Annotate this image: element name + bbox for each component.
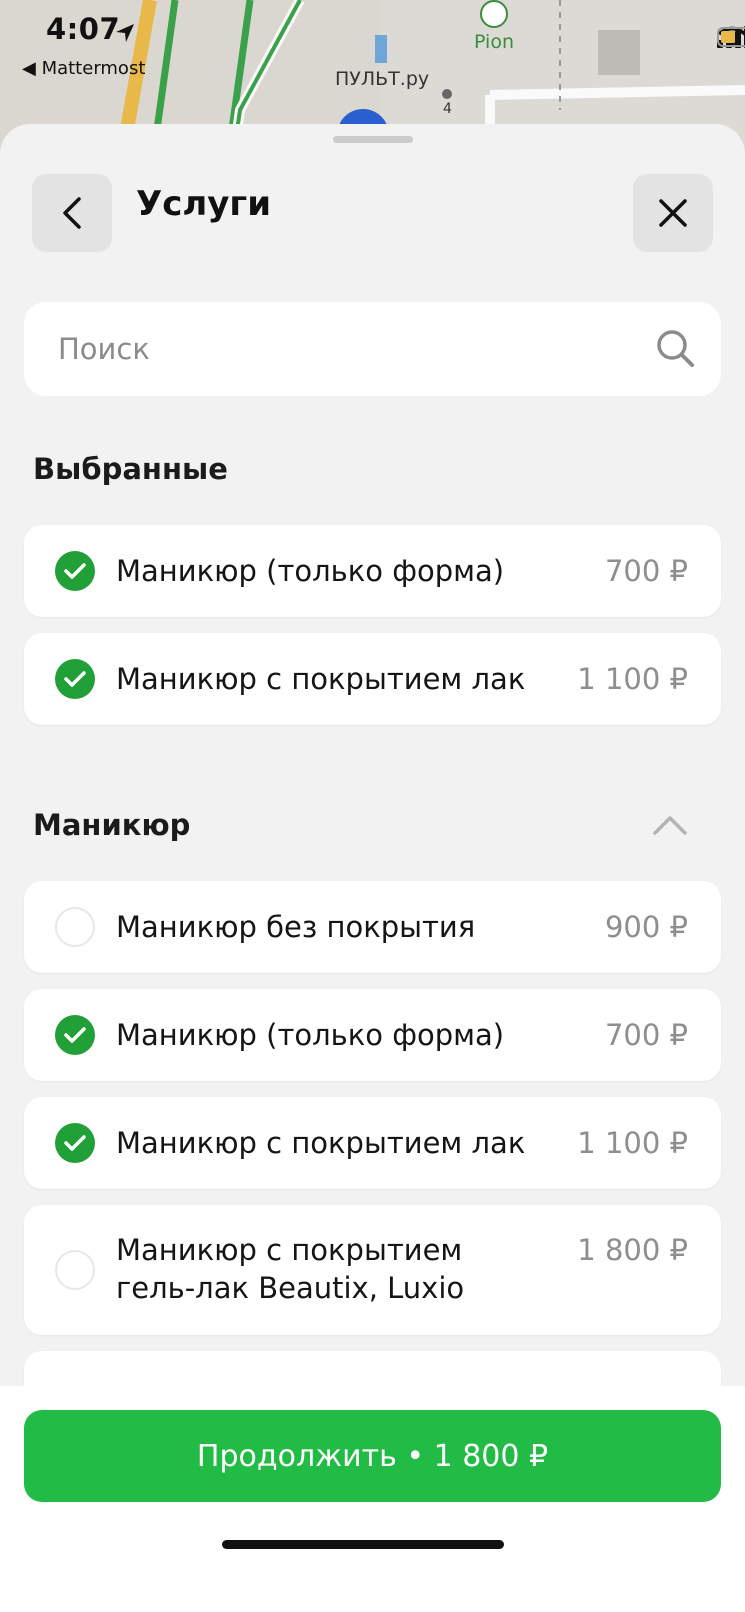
back-button[interactable]: [32, 174, 112, 252]
service-item[interactable]: Маникюр (только форма) 700 ₽: [24, 989, 721, 1081]
checkmark-checked-icon[interactable]: [55, 1123, 95, 1163]
close-button[interactable]: [633, 174, 713, 252]
checkbox-unchecked-icon[interactable]: [55, 907, 95, 947]
service-name: Маникюр (только форма): [116, 1018, 505, 1052]
service-name: Маникюр без покрытия: [116, 910, 476, 944]
close-icon: [659, 199, 687, 227]
home-indicator[interactable]: [222, 1540, 504, 1549]
section-title-manicure: Маникюр: [33, 808, 191, 842]
search-icon[interactable]: [655, 328, 695, 368]
service-price: 1 800 ₽: [577, 1233, 688, 1267]
service-name: Маникюр (только форма): [116, 554, 505, 588]
service-price: 1 100 ₽: [577, 1126, 688, 1160]
back-to-app-link[interactable]: ◀ Mattermost: [22, 58, 145, 79]
service-price: 900 ₽: [604, 910, 688, 944]
service-item[interactable]: Маникюр без покрытия 900 ₽: [24, 881, 721, 973]
checkmark-checked-icon[interactable]: [55, 551, 95, 591]
map-label-pult: ПУЛЬТ.ру: [335, 68, 430, 90]
search-box[interactable]: [24, 302, 721, 396]
checkbox-unchecked-icon[interactable]: [55, 1250, 95, 1290]
battery-icon: [717, 27, 745, 47]
service-item[interactable]: Маникюр с покрытием лак 1 100 ₽: [24, 1097, 721, 1189]
map-label-house-number: 4: [443, 101, 452, 117]
selected-item[interactable]: Маникюр (только форма) 700 ₽: [24, 525, 721, 617]
chevron-up-icon[interactable]: [652, 814, 688, 836]
page-title: Услуги: [136, 184, 272, 224]
search-input[interactable]: [56, 331, 620, 367]
service-price: 700 ₽: [604, 554, 688, 588]
service-name: Маникюр с покрытием лак: [116, 1126, 526, 1160]
service-name: Маникюр с покрытием лак: [116, 662, 526, 696]
checkmark-checked-icon[interactable]: [55, 659, 95, 699]
section-title-selected: Выбранные: [33, 452, 228, 486]
checkmark-checked-icon[interactable]: [55, 1015, 95, 1055]
service-price: 700 ₽: [604, 1018, 688, 1052]
service-price: 1 100 ₽: [577, 662, 688, 696]
continue-button[interactable]: Продолжить • 1 800 ₽: [24, 1410, 721, 1502]
location-arrow-icon: [116, 24, 134, 42]
sheet-grabber[interactable]: [333, 136, 413, 143]
map-label-pion: Pion: [474, 31, 514, 53]
chevron-left-icon: [63, 197, 81, 229]
selected-item[interactable]: Маникюр с покрытием лак 1 100 ₽: [24, 633, 721, 725]
status-time: 4:07: [46, 12, 121, 46]
service-item[interactable]: Маникюр с покрытием гель-лак Beautix, Lu…: [24, 1205, 721, 1335]
service-name-line1: Маникюр с покрытием: [116, 1233, 463, 1267]
service-name-line2: гель-лак Beautix, Luxio: [116, 1271, 465, 1305]
